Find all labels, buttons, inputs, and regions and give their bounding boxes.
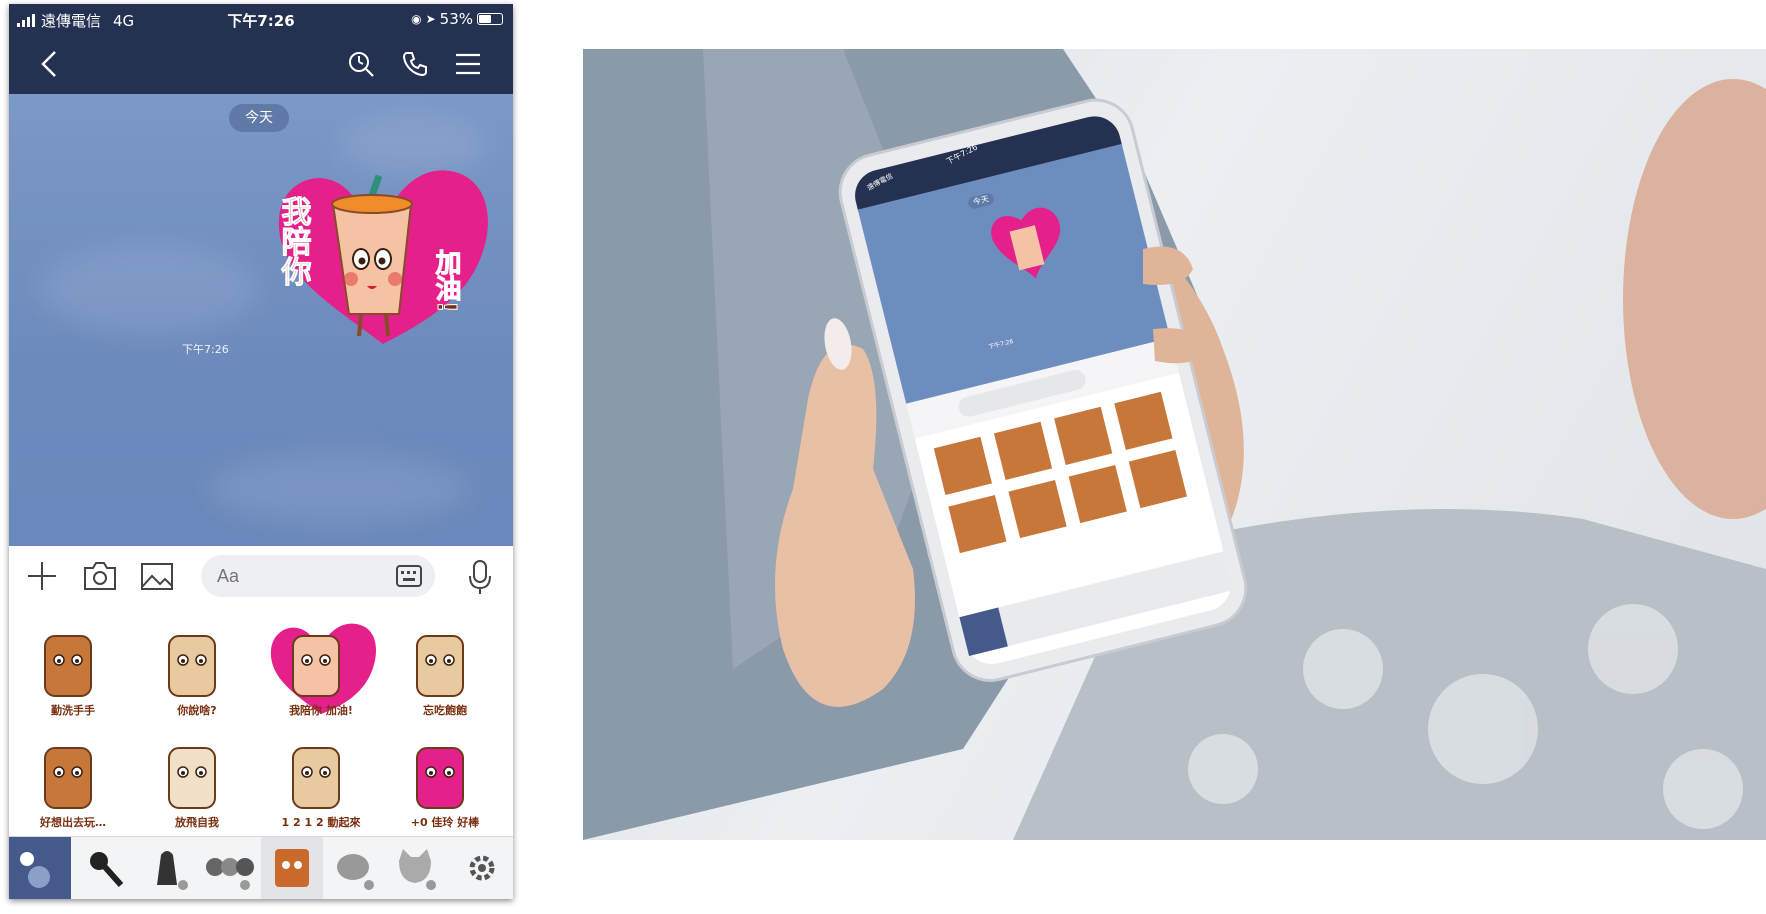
sticker-item[interactable]: 你說啥? (141, 614, 253, 718)
location-icon: ➤ (425, 12, 436, 26)
phone-call-icon[interactable] (401, 50, 429, 78)
sticker-tab-bar (9, 836, 513, 899)
sticker-art: 1 2 1 2 動起來 (282, 747, 361, 829)
sent-sticker[interactable]: 我陪你 加油! (271, 154, 496, 354)
bear-sticker-icon (337, 854, 374, 890)
tab-cat-sticker[interactable] (385, 837, 447, 899)
input-bar (9, 546, 513, 606)
sticker-item[interactable]: 1 2 1 2 動起來 (265, 726, 377, 830)
sticker-text: 1 2 1 2 動起來 (282, 815, 361, 829)
image-icon[interactable] (139, 559, 175, 593)
sticker-text: 勤洗手手 (51, 703, 95, 717)
sticker-text: 放飛自我 (174, 815, 219, 829)
sticker-item[interactable]: 忘吃飽飽 (389, 614, 501, 718)
emoji-icon (20, 852, 50, 888)
sticker-art: 我陪你 加油! (270, 623, 376, 717)
sticker-picker: 勤洗手手 你說啥? 我陪你 加油! 忘吃飽飽好想出去玩… 放飛自我 1 2 1 2 動起來… (9, 606, 513, 836)
sticker-text: 你說啥? (176, 703, 216, 717)
search-icon[interactable] (347, 50, 375, 78)
tab-shadow-sticker[interactable] (137, 837, 199, 899)
message-timestamp: 下午7:26 (182, 343, 229, 356)
sticker-item[interactable]: 勤洗手手 (17, 614, 129, 718)
sticker-art: 放飛自我 (168, 747, 219, 829)
sticker-left-text: 我陪你 (276, 196, 313, 286)
microphone-sticker-icon (90, 852, 124, 887)
cat-sticker-icon (399, 849, 436, 890)
sticker-art: 勤洗手手 (44, 635, 95, 717)
cloud-decoration (39, 244, 259, 334)
sticker-text: 忘吃飽飽 (423, 703, 467, 717)
microphone-icon[interactable] (467, 559, 493, 595)
sticker-text: 好想出去玩… (39, 815, 106, 829)
lifestyle-photo: 遠傳電信 下午7:26 今天 下午7:26 (583, 49, 1766, 840)
back-icon[interactable] (37, 49, 61, 79)
tab-microphone-sticker[interactable] (75, 837, 137, 899)
drink-sticker-icon (275, 849, 309, 887)
status-bar: 遠傳電信 4G 下午7:26 ◉ ➤ 53% (9, 4, 513, 34)
sticker-text: 我陪你 加油! (289, 703, 353, 717)
chat-header (9, 34, 513, 94)
tab-settings[interactable] (451, 837, 513, 899)
keyboard-icon[interactable] (395, 564, 423, 588)
cloud-decoration (209, 454, 469, 524)
sticker-right-text: 加油! (431, 249, 461, 313)
blurred-face (1623, 79, 1766, 519)
sticker-item[interactable]: 放飛自我 (141, 726, 253, 830)
rotation-lock-icon: ◉ (411, 12, 422, 26)
settings-icon (469, 855, 495, 881)
sticker-text: +0 佳玲 好棒 (411, 815, 481, 829)
date-divider: 今天 (229, 104, 289, 132)
sticker-art: 忘吃飽飽 (416, 635, 467, 717)
message-input-field[interactable] (201, 555, 435, 597)
menu-icon[interactable] (455, 52, 481, 76)
photo-illustration (583, 49, 1766, 840)
plus-icon[interactable] (25, 559, 59, 593)
sticker-art: 你說啥? (168, 635, 217, 717)
sticker-art: +0 佳玲 好棒 (411, 747, 481, 829)
sticker-item[interactable]: +0 佳玲 好棒 (389, 726, 501, 830)
battery-icon (477, 13, 503, 25)
sticker-item[interactable]: 我陪你 加油! (265, 614, 377, 718)
sticker-art: 好想出去玩… (39, 747, 106, 829)
battery-percent: 53% (439, 10, 473, 28)
phone-screenshot: 遠傳電信 4G 下午7:26 ◉ ➤ 53% 今天 下午7:26 我陪你 加油!… (9, 4, 513, 899)
tab-bear-sticker[interactable] (323, 837, 385, 899)
sticker-item[interactable]: 好想出去玩… (17, 726, 129, 830)
tab-faces-sticker[interactable] (199, 837, 261, 899)
faces-sticker-icon (206, 858, 254, 890)
camera-icon[interactable] (82, 559, 118, 593)
message-input[interactable] (215, 565, 369, 588)
tab-emoji[interactable] (9, 837, 71, 899)
chat-area[interactable]: 今天 下午7:26 我陪你 加油! (9, 94, 513, 546)
tab-drink-sticker[interactable] (261, 837, 323, 899)
shadow-sticker-icon (157, 851, 188, 890)
